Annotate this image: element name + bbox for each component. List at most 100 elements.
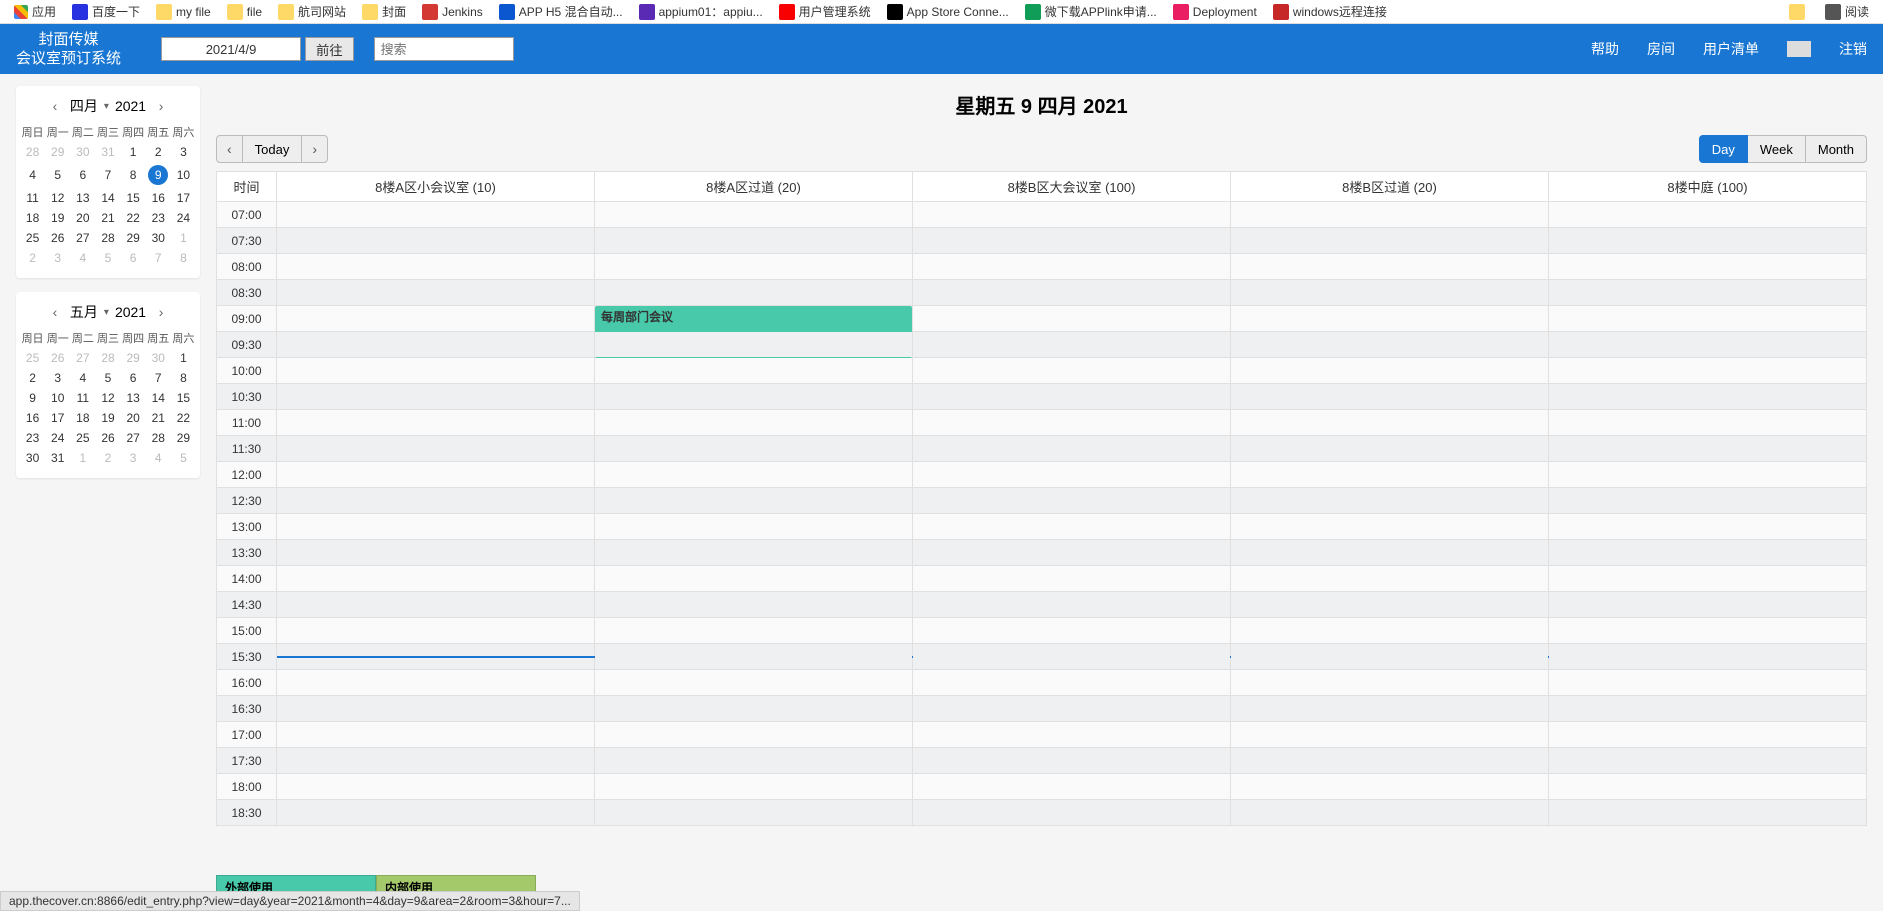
- time-slot[interactable]: [277, 748, 595, 774]
- time-slot[interactable]: [595, 670, 913, 696]
- time-slot[interactable]: [913, 202, 1231, 228]
- time-slot[interactable]: [913, 228, 1231, 254]
- time-slot[interactable]: [277, 410, 595, 436]
- time-slot[interactable]: [1231, 670, 1549, 696]
- time-slot[interactable]: [1549, 540, 1867, 566]
- calendar-day[interactable]: 30: [146, 348, 171, 368]
- calendar-day[interactable]: 5: [95, 248, 120, 268]
- time-slot[interactable]: [277, 202, 595, 228]
- calendar-day[interactable]: 9: [146, 162, 171, 188]
- time-slot[interactable]: [1549, 670, 1867, 696]
- view-week[interactable]: Week: [1748, 135, 1806, 163]
- time-slot[interactable]: [595, 384, 913, 410]
- time-slot[interactable]: [1231, 436, 1549, 462]
- time-slot[interactable]: [913, 644, 1231, 670]
- calendar-day[interactable]: 25: [20, 228, 45, 248]
- time-slot[interactable]: [1231, 514, 1549, 540]
- calendar-day[interactable]: 22: [121, 208, 146, 228]
- calendar-day[interactable]: 29: [121, 348, 146, 368]
- time-slot[interactable]: [1549, 696, 1867, 722]
- today-button[interactable]: Today: [243, 135, 303, 163]
- time-slot[interactable]: [595, 774, 913, 800]
- bookmark-item[interactable]: 百度一下: [66, 1, 146, 22]
- time-slot[interactable]: [595, 540, 913, 566]
- calendar-day[interactable]: 4: [70, 248, 95, 268]
- chevron-left-icon[interactable]: ‹: [46, 97, 64, 115]
- time-slot[interactable]: [1549, 306, 1867, 332]
- time-slot[interactable]: [913, 384, 1231, 410]
- time-slot[interactable]: [1549, 644, 1867, 670]
- calendar-day[interactable]: 5: [95, 368, 120, 388]
- time-slot[interactable]: [1231, 566, 1549, 592]
- bookmark-item[interactable]: [1783, 1, 1815, 22]
- calendar-day[interactable]: 1: [171, 348, 196, 368]
- time-slot[interactable]: [1231, 254, 1549, 280]
- time-slot[interactable]: [913, 332, 1231, 358]
- bookmark-item[interactable]: file: [221, 1, 268, 22]
- time-slot[interactable]: [1231, 228, 1549, 254]
- time-slot[interactable]: [1549, 722, 1867, 748]
- time-slot[interactable]: [277, 254, 595, 280]
- time-slot[interactable]: [1549, 774, 1867, 800]
- time-slot[interactable]: [277, 332, 595, 358]
- time-slot[interactable]: [1231, 280, 1549, 306]
- time-slot[interactable]: [913, 280, 1231, 306]
- room-header[interactable]: 8楼A区过道 (20): [595, 172, 913, 202]
- calendar-day[interactable]: 6: [70, 162, 95, 188]
- time-slot[interactable]: [1549, 488, 1867, 514]
- time-slot[interactable]: [595, 280, 913, 306]
- time-slot[interactable]: [913, 592, 1231, 618]
- room-header[interactable]: 8楼中庭 (100): [1549, 172, 1867, 202]
- calendar-day[interactable]: 29: [121, 228, 146, 248]
- calendar-day[interactable]: 2: [20, 248, 45, 268]
- time-slot[interactable]: [595, 566, 913, 592]
- nav-logout[interactable]: 注销: [1839, 39, 1867, 59]
- calendar-day[interactable]: 19: [95, 408, 120, 428]
- calendar-day[interactable]: 1: [70, 448, 95, 468]
- calendar-day[interactable]: 6: [121, 248, 146, 268]
- calendar-day[interactable]: 21: [146, 408, 171, 428]
- time-slot[interactable]: [595, 644, 913, 670]
- go-button[interactable]: 前往: [305, 37, 354, 61]
- bookmark-item[interactable]: 航司网站: [272, 1, 352, 22]
- calendar-day[interactable]: 25: [20, 348, 45, 368]
- calendar-day[interactable]: 13: [70, 188, 95, 208]
- calendar-day[interactable]: 6: [121, 368, 146, 388]
- calendar-day[interactable]: 11: [70, 388, 95, 408]
- time-slot[interactable]: [913, 514, 1231, 540]
- calendar-day[interactable]: 26: [45, 228, 70, 248]
- time-slot[interactable]: [1231, 202, 1549, 228]
- time-slot[interactable]: [277, 618, 595, 644]
- time-slot[interactable]: [913, 748, 1231, 774]
- calendar-day[interactable]: 29: [171, 428, 196, 448]
- search-input[interactable]: [374, 37, 514, 61]
- view-month[interactable]: Month: [1806, 135, 1867, 163]
- calendar-day[interactable]: 21: [95, 208, 120, 228]
- time-slot[interactable]: [913, 618, 1231, 644]
- calendar-day[interactable]: 7: [95, 162, 120, 188]
- time-slot[interactable]: [595, 436, 913, 462]
- time-slot[interactable]: [913, 566, 1231, 592]
- time-slot[interactable]: [1231, 800, 1549, 826]
- calendar-day[interactable]: 17: [171, 188, 196, 208]
- calendar-day[interactable]: 9: [20, 388, 45, 408]
- time-slot[interactable]: [595, 514, 913, 540]
- time-slot[interactable]: [1549, 280, 1867, 306]
- bookmark-item[interactable]: App Store Conne...: [881, 1, 1015, 22]
- calendar-day[interactable]: 5: [45, 162, 70, 188]
- calendar-day[interactable]: 1: [121, 142, 146, 162]
- time-slot[interactable]: [277, 358, 595, 384]
- time-slot[interactable]: [1231, 488, 1549, 514]
- calendar-day[interactable]: 2: [20, 368, 45, 388]
- calendar-day[interactable]: 24: [171, 208, 196, 228]
- calendar-day[interactable]: 8: [121, 162, 146, 188]
- time-slot[interactable]: [913, 254, 1231, 280]
- time-slot[interactable]: [595, 254, 913, 280]
- time-slot[interactable]: [1549, 566, 1867, 592]
- bookmark-item[interactable]: 用户管理系统: [773, 1, 877, 22]
- time-slot[interactable]: [277, 800, 595, 826]
- prev-button[interactable]: ‹: [216, 135, 243, 163]
- calendar-day[interactable]: 15: [121, 188, 146, 208]
- calendar-day[interactable]: 20: [121, 408, 146, 428]
- calendar-day[interactable]: 28: [95, 348, 120, 368]
